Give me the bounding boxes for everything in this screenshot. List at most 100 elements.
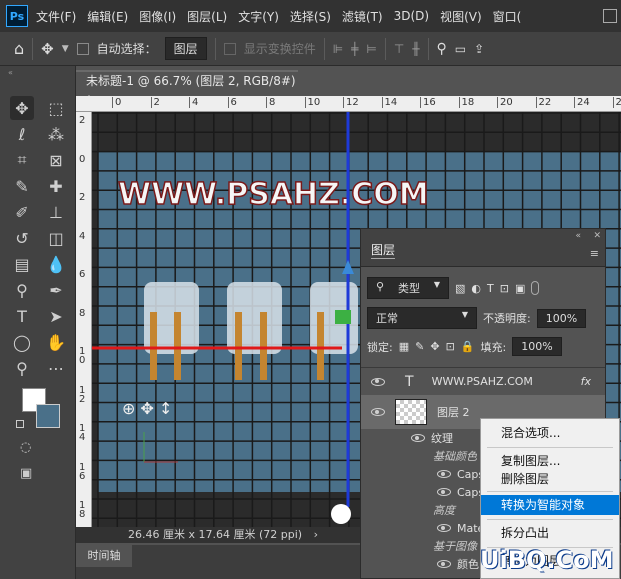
lock-position-icon[interactable]: ✥: [430, 340, 439, 353]
filter-shape-icon[interactable]: ⊡: [500, 282, 509, 295]
marquee-tool-icon[interactable]: ⬚: [44, 96, 68, 120]
workspace-icon[interactable]: ▭: [455, 42, 466, 56]
move-tool-icon[interactable]: ✥: [41, 40, 54, 58]
more-tools-icon[interactable]: ⋯: [44, 356, 68, 380]
default-colors-icon[interactable]: [16, 420, 24, 428]
home-icon[interactable]: ⌂: [14, 39, 24, 58]
ellipse-tool-icon[interactable]: ◯: [10, 330, 34, 354]
ruler-tick-label: 20: [497, 97, 513, 108]
eraser-tool-icon[interactable]: ◫: [44, 226, 68, 250]
lock-all-icon[interactable]: 🔒: [461, 340, 475, 353]
3d-axis-widget-green[interactable]: [335, 310, 351, 324]
menu-item-duplicate-layer[interactable]: 复制图层...: [481, 451, 619, 471]
menu-layer[interactable]: 图层(L): [187, 8, 227, 25]
lock-transparent-icon[interactable]: ▦: [399, 340, 409, 353]
chevron-right-icon[interactable]: ›: [314, 528, 318, 541]
orbit-3d-icon[interactable]: ⊕ ✥ ↕: [122, 399, 172, 418]
opacity-input[interactable]: 100%: [536, 308, 587, 328]
visibility-eye-icon[interactable]: [371, 377, 385, 386]
pen-tool-icon[interactable]: ✒: [44, 278, 68, 302]
light-source-icon[interactable]: [331, 504, 351, 524]
filter-smart-object-icon[interactable]: ▣: [515, 282, 525, 295]
lock-artboard-icon[interactable]: ⊡: [446, 340, 455, 353]
vertical-ruler[interactable]: 2 0 2 4 6 8 1 0 1 2 1 4 1 6 1 8: [76, 112, 92, 527]
gradient-tool-icon[interactable]: ▤: [10, 252, 34, 276]
menu-item-split-extrusion[interactable]: 拆分凸出: [481, 523, 619, 543]
crop-tool-icon[interactable]: ⌗: [10, 148, 34, 172]
menu-select[interactable]: 选择(S): [290, 8, 331, 25]
tools-panel: « ✥ ⬚ ℓ ⁂ ⌗ ⊠ ✎ ✚ ✐ ⊥ ↺ ◫ ▤ 💧 ⚲ ✒ T ➤ ◯ …: [0, 66, 76, 579]
menu-edit[interactable]: 编辑(E): [87, 8, 128, 25]
menu-type[interactable]: 文字(Y): [238, 8, 279, 25]
blend-row: 正常 ▼ 不透明度: 100%: [361, 307, 605, 329]
visibility-eye-icon[interactable]: [437, 524, 451, 532]
hand-tool-icon[interactable]: ✋: [44, 330, 68, 354]
eyedropper-icon[interactable]: ✎: [10, 174, 34, 198]
ruler-tick-label: 1 4: [79, 423, 86, 443]
panel-menu-icon[interactable]: ≡: [590, 247, 599, 260]
layer-row-text[interactable]: T WWW.PSAHZ.COM fx: [361, 367, 605, 395]
search-icon[interactable]: ⚲: [437, 41, 447, 57]
menu-filter[interactable]: 滤镜(T): [342, 8, 383, 25]
stamp-tool-icon[interactable]: ⊥: [44, 200, 68, 224]
blend-mode-dropdown[interactable]: 正常 ▼: [367, 307, 477, 329]
auto-select-dropdown[interactable]: 图层: [164, 37, 207, 60]
menu-file[interactable]: 文件(F): [36, 8, 76, 25]
ruler-tick-label: 1 6: [79, 461, 86, 482]
align-middle-icon[interactable]: ╫: [412, 42, 419, 56]
visibility-eye-icon[interactable]: [437, 560, 451, 568]
filter-toggle[interactable]: [531, 281, 540, 295]
divider: [32, 37, 34, 60]
screen-mode-icon[interactable]: ▣: [20, 466, 32, 481]
lock-image-icon[interactable]: ✎: [415, 340, 424, 353]
menu-item-convert-smart-object[interactable]: 转换为智能对象: [481, 495, 619, 515]
close-icon[interactable]: ✕: [593, 231, 601, 241]
filter-type-icon[interactable]: T: [487, 282, 494, 295]
frame-tool-icon[interactable]: ⊠: [44, 148, 68, 172]
share-icon[interactable]: ⇪: [474, 42, 484, 56]
visibility-eye-icon[interactable]: [411, 434, 425, 442]
move-tool-icon[interactable]: ✥: [10, 96, 34, 120]
chevron-down-icon[interactable]: ▼: [62, 44, 69, 54]
menu-item-blending-options[interactable]: 混合选项...: [481, 423, 619, 443]
tab-layers[interactable]: 图层: [371, 241, 396, 259]
layer-filter-dropdown[interactable]: ⚲ 类型 ▼: [367, 277, 449, 299]
blur-tool-icon[interactable]: 💧: [44, 252, 68, 276]
menu-3d[interactable]: 3D(D): [394, 9, 429, 23]
collapse-icon[interactable]: «: [8, 68, 13, 77]
brush-tool-icon[interactable]: ✐: [10, 200, 34, 224]
menu-window[interactable]: 窗口(: [493, 8, 522, 25]
photoshop-logo: Ps: [6, 5, 28, 27]
align-left-icon[interactable]: ⊫: [333, 42, 343, 56]
fx-icon[interactable]: fx: [581, 375, 591, 388]
filter-pixel-icon[interactable]: ▧: [455, 282, 465, 295]
menu-image[interactable]: 图像(I): [139, 8, 176, 25]
path-select-icon[interactable]: ➤: [44, 304, 68, 328]
background-color-swatch[interactable]: [36, 404, 60, 428]
align-right-icon[interactable]: ⊨: [366, 42, 376, 56]
auto-select-checkbox[interactable]: [76, 42, 89, 55]
visibility-eye-icon[interactable]: [437, 488, 451, 496]
document-tab[interactable]: 未标题-1 @ 66.7% (图层 2, RGB/8#) *: [76, 70, 298, 107]
menu-item-delete-layer[interactable]: 删除图层: [481, 469, 619, 489]
horizontal-ruler[interactable]: 02468101214161820222426: [76, 96, 621, 112]
quick-mask-icon[interactable]: ◌: [20, 440, 31, 455]
healing-brush-icon[interactable]: ✚: [44, 174, 68, 198]
zoom-tool-icon[interactable]: ⚲: [10, 356, 34, 380]
tab-timeline[interactable]: 时间轴: [76, 545, 132, 567]
type-tool-icon[interactable]: T: [10, 304, 34, 328]
show-transform-checkbox[interactable]: [223, 42, 236, 55]
align-center-icon[interactable]: ╪: [351, 42, 358, 56]
visibility-eye-icon[interactable]: [437, 470, 451, 478]
filter-adjustment-icon[interactable]: ◐: [471, 282, 481, 295]
window-control-icon[interactable]: [603, 9, 617, 23]
menu-view[interactable]: 视图(V): [440, 8, 482, 25]
magic-wand-icon[interactable]: ⁂: [44, 122, 68, 146]
history-brush-icon[interactable]: ↺: [10, 226, 34, 250]
align-top-icon[interactable]: ⊤: [394, 42, 404, 56]
fill-input[interactable]: 100%: [512, 337, 562, 356]
lasso-tool-icon[interactable]: ℓ: [10, 122, 34, 146]
dodge-tool-icon[interactable]: ⚲: [10, 278, 34, 302]
collapse-panel-icon[interactable]: «: [575, 231, 581, 241]
visibility-eye-icon[interactable]: [371, 408, 385, 416]
